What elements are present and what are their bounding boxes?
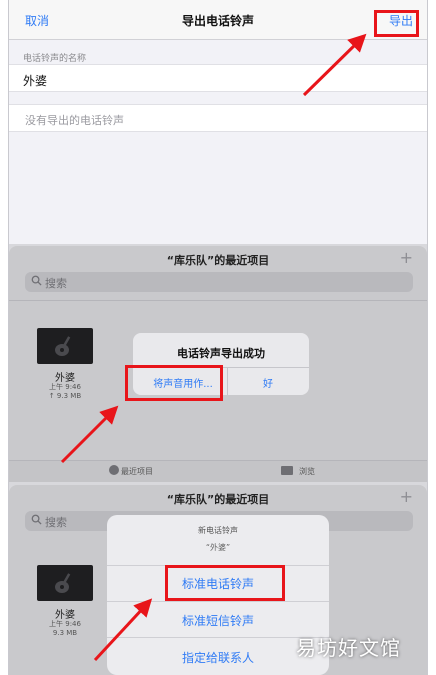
arrow-to-export (302, 33, 367, 97)
arrow-to-standard-ringtone (93, 598, 153, 662)
annotation-arrows (60, 33, 367, 662)
arrow-to-use-as (60, 405, 119, 464)
